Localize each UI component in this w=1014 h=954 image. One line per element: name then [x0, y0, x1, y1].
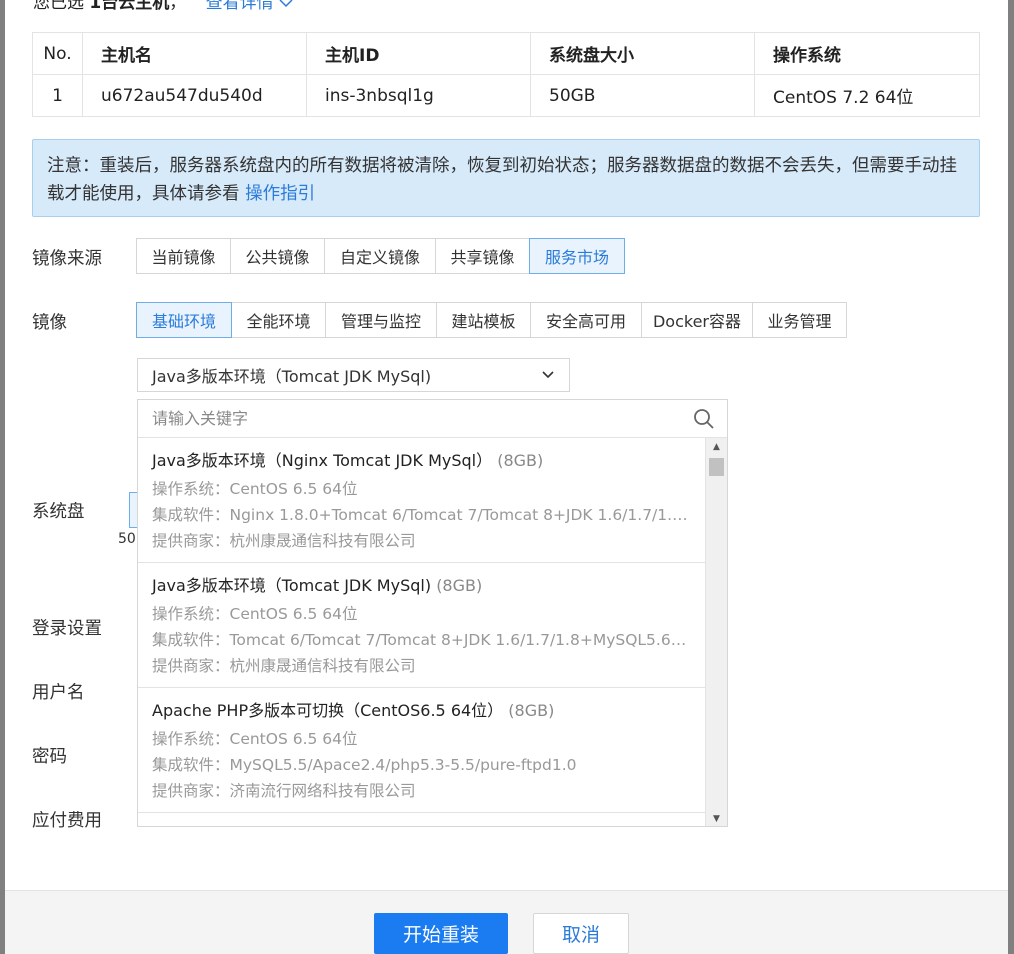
dropdown-search: [138, 400, 727, 438]
image-category-tabs: 基础环境 全能环境 管理与监控 建站模板 安全高可用 Docker容器 业务管理: [136, 302, 847, 338]
item-os: 操作系统：CentOS 6.5 64位: [152, 730, 358, 748]
cancel-button[interactable]: 取消: [533, 913, 629, 954]
tab-management-monitoring[interactable]: 管理与监控: [325, 302, 437, 338]
warning-notice: 注意：重装后，服务器系统盘内的所有数据将被清除，恢复到初始状态；服务器数据盘的数…: [32, 139, 980, 217]
col-host-id: 主机ID: [306, 32, 531, 75]
system-disk-label: 系统盘: [32, 502, 85, 522]
item-software: 集成软件：Tomcat 6/Tomcat 7/Tomcat 8+JDK 1.6/…: [152, 631, 692, 649]
fee-label: 应付费用: [32, 811, 102, 831]
col-disk-size: 系统盘大小: [530, 32, 755, 75]
password-label: 密码: [32, 747, 67, 767]
tab-marketplace[interactable]: 服务市场: [529, 238, 625, 274]
list-item[interactable]: Apache PHP多版本可切换（CentOS6.5 64位） (8GB) 操作…: [138, 688, 706, 813]
dropdown-scrollbar[interactable]: ▲ ▼: [705, 438, 727, 826]
guide-link[interactable]: 操作指引: [245, 184, 315, 204]
tab-business-mgmt[interactable]: 业务管理: [752, 302, 847, 338]
image-dropdown: Java多版本环境（Nginx Tomcat JDK MySql） (8GB) …: [137, 399, 728, 827]
cell-hostname: u672au547du540d: [82, 74, 307, 117]
item-vendor: 提供商家：杭州康晟通信科技有限公司: [152, 657, 416, 675]
tab-public-image[interactable]: 公共镜像: [230, 238, 325, 274]
item-vendor: 提供商家：杭州康晟通信科技有限公司: [152, 532, 416, 550]
username-label: 用户名: [32, 683, 85, 703]
col-no: No.: [32, 32, 83, 75]
item-name: Java多版本环境（Nginx Tomcat JDK MySql）: [152, 451, 493, 470]
selected-summary: 您已选 1台云主机， 查看详情: [33, 0, 293, 13]
item-os: 操作系统：CentOS 6.5 64位: [152, 605, 358, 623]
search-input[interactable]: [152, 409, 672, 428]
notice-text: 注意：重装后，服务器系统盘内的所有数据将被清除，恢复到初始状态；服务器数据盘的数…: [47, 156, 957, 204]
details-link[interactable]: 查看详情: [206, 0, 293, 13]
login-settings-label: 登录设置: [32, 619, 102, 639]
system-disk-size-fragment: 50: [118, 531, 136, 547]
search-icon[interactable]: [693, 408, 715, 430]
chevron-down-icon: [279, 0, 293, 8]
selected-prefix: 您已选: [33, 0, 84, 13]
list-item[interactable]: Java多版本环境（Nginx Tomcat JDK MySql） (8GB) …: [138, 438, 706, 563]
list-item[interactable]: Java多版本环境（Tomcat JDK MySql) (8GB) 操作系统：C…: [138, 563, 706, 688]
tab-basic-env[interactable]: 基础环境: [136, 302, 232, 338]
image-source-label: 镜像来源: [32, 249, 102, 269]
modal-backdrop-right: [1008, 0, 1014, 954]
chevron-down-icon: [542, 371, 554, 379]
image-label: 镜像: [32, 313, 67, 333]
item-os: 操作系统：CentOS 6.5 64位: [152, 480, 358, 498]
tab-shared-image[interactable]: 共享镜像: [435, 238, 530, 274]
start-reinstall-button[interactable]: 开始重装: [374, 913, 508, 954]
item-software: 集成软件：Nginx 1.8.0+Tomcat 6/Tomcat 7/Tomca…: [152, 506, 692, 524]
item-name: Java多版本环境（Tomcat JDK MySql): [152, 576, 432, 595]
scroll-up-icon[interactable]: ▲: [706, 438, 727, 456]
tab-full-env[interactable]: 全能环境: [231, 302, 326, 338]
reinstall-modal: 您已选 1台云主机， 查看详情 No. 主机名 主机ID 系统盘大小 操作系统 …: [5, 0, 1008, 954]
tab-custom-image[interactable]: 自定义镜像: [324, 238, 436, 274]
item-size: (8GB): [497, 451, 544, 470]
item-vendor: 提供商家：济南流行网络科技有限公司: [152, 782, 416, 800]
tab-current-image[interactable]: 当前镜像: [136, 238, 231, 274]
dropdown-list: Java多版本环境（Nginx Tomcat JDK MySql） (8GB) …: [138, 438, 706, 826]
tab-security-ha[interactable]: 安全高可用: [530, 302, 642, 338]
item-size: (8GB): [436, 576, 483, 595]
image-select-value: Java多版本环境（Tomcat JDK MySql): [152, 367, 432, 386]
cell-disk-size: 50GB: [530, 74, 755, 117]
tab-docker[interactable]: Docker容器: [641, 302, 753, 338]
image-source-tabs: 当前镜像 公共镜像 自定义镜像 共享镜像 服务市场: [136, 238, 625, 274]
host-table: No. 主机名 主机ID 系统盘大小 操作系统 1 u672au547du540…: [32, 32, 980, 117]
item-software: 集成软件：MySQL5.5/Apace2.4/php5.3-5.5/pure-f…: [152, 756, 577, 774]
table-row: 1 u672au547du540d ins-3nbsql1g 50GB Cent…: [32, 74, 980, 117]
scrollbar-thumb[interactable]: [709, 458, 724, 476]
image-select[interactable]: Java多版本环境（Tomcat JDK MySql): [137, 358, 570, 392]
tab-site-template[interactable]: 建站模板: [436, 302, 531, 338]
scroll-down-icon[interactable]: ▼: [706, 810, 727, 826]
table-header-row: No. 主机名 主机ID 系统盘大小 操作系统: [32, 32, 980, 75]
col-hostname: 主机名: [82, 32, 307, 75]
cell-host-id: ins-3nbsql1g: [306, 74, 531, 117]
cell-os: CentOS 7.2 64位: [754, 74, 980, 117]
item-name: Apache PHP多版本可切换（CentOS6.5 64位）: [152, 701, 504, 720]
cell-no: 1: [32, 74, 83, 117]
col-os: 操作系统: [754, 32, 980, 75]
item-size: (8GB): [508, 701, 555, 720]
selected-count: 1台云主机: [89, 0, 170, 13]
